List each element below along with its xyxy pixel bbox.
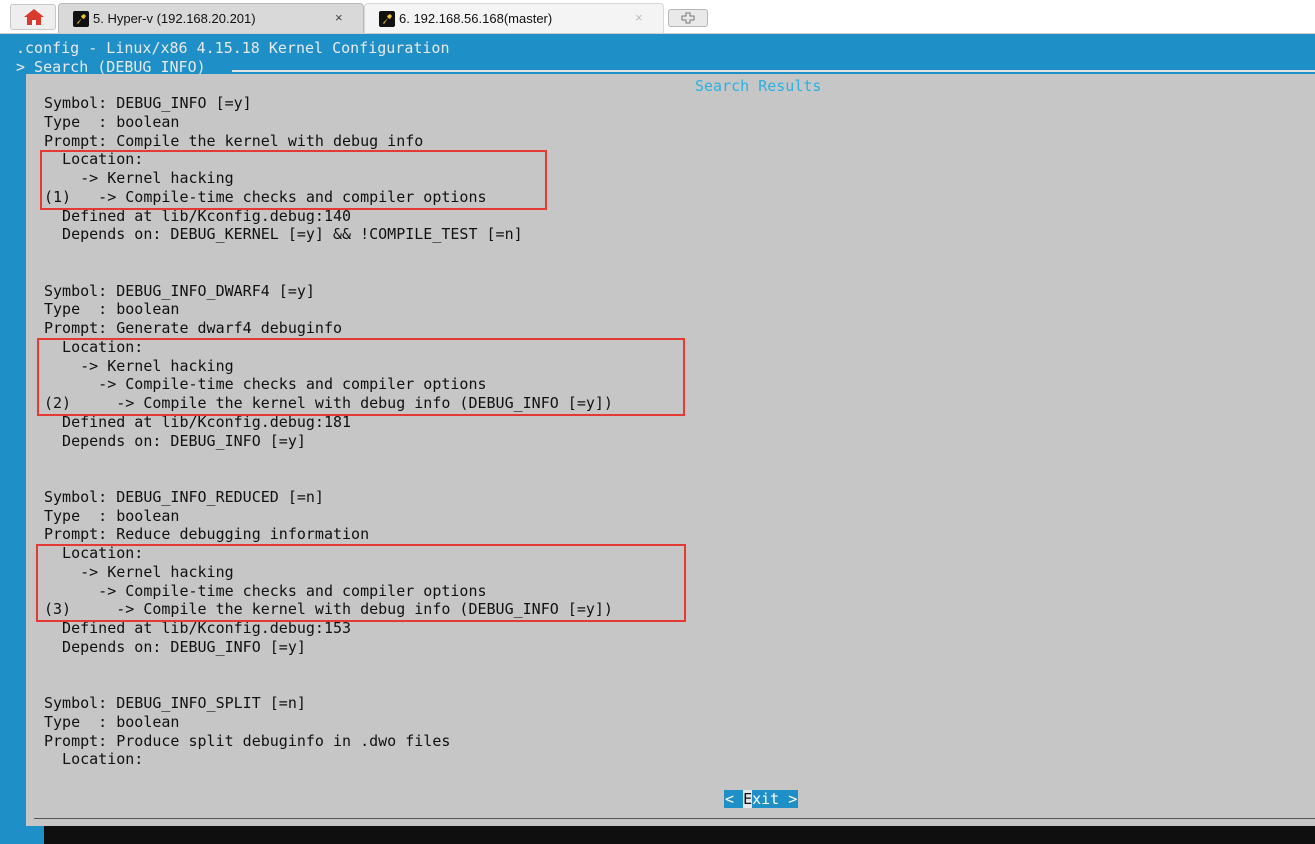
title-divider: [232, 70, 1315, 72]
plus-icon: [681, 12, 695, 24]
highlight-box-3: [36, 544, 686, 622]
highlight-box-2: [37, 338, 685, 416]
search-results-dialog: Search Results Symbol: DEBUG_INFO [=y] Ty…: [26, 74, 1315, 844]
menuconfig-title: .config - Linux/x86 4.15.18 Kernel Confi…: [16, 39, 450, 57]
result-line: [44, 450, 613, 469]
exit-prefix: <: [725, 790, 744, 808]
bottom-left-strip: [0, 826, 44, 844]
home-button[interactable]: [10, 4, 56, 30]
terminal-bottom-bar: [0, 826, 1315, 844]
result-line: Location:: [44, 750, 144, 769]
highlight-box-1: [40, 150, 547, 210]
browser-tab-bar: 5. Hyper-v (192.168.20.201) × 6. 192.168…: [0, 0, 1315, 34]
result-line: Type : boolean: [44, 112, 180, 131]
result-line: Prompt: Generate dwarf4 debuginfo: [44, 319, 343, 337]
result-line: Symbol: DEBUG_INFO_SPLIT [=n]: [44, 694, 306, 712]
result-line: [44, 469, 613, 488]
result-line: Type : boolean: [44, 712, 180, 731]
result-line: Symbol: DEBUG_INFO_REDUCED [=n]: [44, 487, 324, 506]
dialog-bottom-divider: [34, 818, 1315, 819]
tab-hyper-v[interactable]: 5. Hyper-v (192.168.20.201) ×: [58, 3, 364, 33]
result-line: Symbol: DEBUG_INFO [=y]: [44, 94, 252, 112]
left-border: [6, 74, 26, 844]
close-icon[interactable]: ×: [335, 10, 343, 25]
terminal-window[interactable]: .config - Linux/x86 4.15.18 Kernel Confi…: [0, 34, 1315, 844]
result-line: Type : boolean: [44, 506, 180, 525]
putty-icon: [379, 11, 395, 27]
result-line: [44, 675, 613, 694]
tab-master[interactable]: 6. 192.168.56.168(master) ×: [364, 3, 664, 33]
result-line: Prompt: Compile the kernel with debug in…: [44, 131, 424, 150]
result-line: Symbol: DEBUG_INFO_DWARF4 [=y]: [44, 281, 315, 300]
exit-button[interactable]: < Exit >: [724, 790, 799, 808]
result-line: [44, 244, 613, 263]
putty-icon: [73, 11, 89, 27]
result-line: Depends on: DEBUG_KERNEL [=y] && !COMPIL…: [44, 225, 523, 244]
dialog-title: Search Results: [695, 77, 822, 95]
result-line: Depends on: DEBUG_INFO [=y]: [44, 637, 306, 656]
close-icon[interactable]: ×: [635, 10, 643, 25]
tab-label: 6. 192.168.56.168(master): [399, 11, 553, 26]
result-line: Prompt: Reduce debugging information: [44, 525, 370, 544]
exit-rest: xit >: [752, 790, 798, 808]
new-tab-button[interactable]: [668, 9, 708, 27]
result-line: [44, 657, 613, 676]
exit-hotkey: E: [743, 790, 753, 808]
tab-label: 5. Hyper-v (192.168.20.201): [93, 11, 256, 26]
result-line: Type : boolean: [44, 300, 180, 319]
result-line: Prompt: Produce split debuginfo in .dwo …: [44, 731, 451, 750]
result-line: Depends on: DEBUG_INFO [=y]: [44, 431, 306, 450]
result-line: [44, 263, 613, 282]
home-icon: [24, 9, 44, 25]
